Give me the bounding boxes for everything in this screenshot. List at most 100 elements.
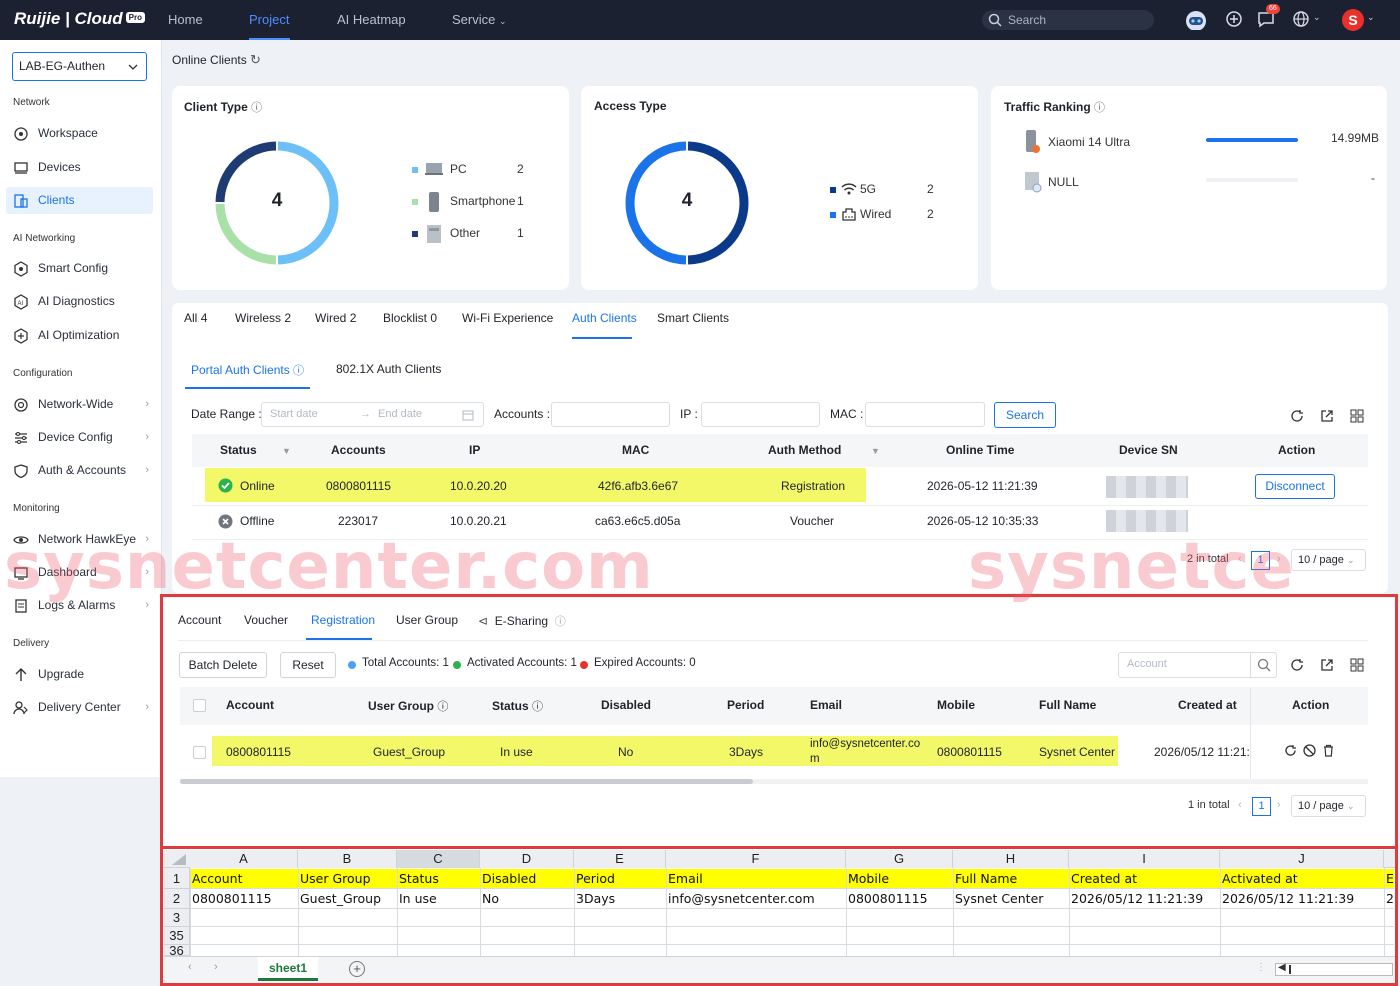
red-highlight-box xyxy=(160,594,1398,849)
search-icon xyxy=(988,13,1002,27)
help-icon[interactable]: ⓘ xyxy=(1094,102,1105,114)
ruijie-cloud-logo[interactable]: Ruijie | Cloud Pro xyxy=(14,9,145,29)
notification-badge: 66 xyxy=(1266,4,1280,14)
phone-icon xyxy=(1026,130,1040,153)
legend-label-wired: Wired xyxy=(860,207,892,221)
ip-filter-input[interactable] xyxy=(701,402,820,427)
legend-swatch-smartphone xyxy=(412,199,418,205)
offline-x-icon xyxy=(218,514,233,529)
sidebar-item-upgrade[interactable]: Upgrade xyxy=(6,661,153,688)
legend-label-other: Other xyxy=(450,226,481,240)
section-monitoring: Monitoring xyxy=(13,503,60,514)
legend-label-smartphone: Smartphone xyxy=(450,194,516,208)
tab-wired[interactable]: Wired 2 xyxy=(315,311,356,325)
watermark-text: sysnetcenter.com xyxy=(4,530,654,604)
calendar-icon xyxy=(462,410,474,421)
sidebar-item-ai-optimization[interactable]: AI Optimization xyxy=(6,322,153,349)
site-selector[interactable]: LAB-EG-Authen xyxy=(12,52,147,81)
sidebar-item-network-wide[interactable]: Network-Wide › xyxy=(6,391,153,418)
global-search-input[interactable]: Search xyxy=(982,10,1154,30)
tab-smart-clients[interactable]: Smart Clients xyxy=(657,311,729,325)
access-type-card: Access Type 4 5G 2 Wired 2 xyxy=(581,86,978,290)
page-title: Online Clients ↻ xyxy=(172,52,261,67)
status-offline: Offline xyxy=(240,514,275,528)
sidebar-item-ai-diagnostics[interactable]: AI AI Diagnostics xyxy=(6,288,153,315)
legend-label-pc: PC xyxy=(450,162,467,176)
col-status: Status xyxy=(220,443,257,457)
sidebar-item-delivery-center[interactable]: Delivery Center › xyxy=(6,694,153,721)
user-avatar[interactable]: S xyxy=(1342,9,1364,31)
page-size-select[interactable]: 10 / page ⌄ xyxy=(1291,549,1366,571)
disconnect-button[interactable]: Disconnect xyxy=(1255,474,1335,499)
section-network: Network xyxy=(13,97,50,108)
ai-diagnostics-icon: AI xyxy=(14,294,28,310)
tab-wifi-experience[interactable]: Wi-Fi Experience xyxy=(462,311,553,325)
refresh-icon[interactable] xyxy=(1290,409,1304,423)
export-icon[interactable] xyxy=(1320,409,1334,423)
sidebar-item-devices[interactable]: Devices xyxy=(6,154,153,181)
nav-ai-heatmap[interactable]: AI Heatmap xyxy=(337,0,406,40)
col-device-sn: Device SN xyxy=(1119,443,1178,457)
svg-text:AI: AI xyxy=(18,301,24,307)
donut-segment-smartphone xyxy=(215,203,277,265)
check-circle-icon xyxy=(218,478,233,493)
columns-icon[interactable] xyxy=(1350,409,1364,423)
globe-icon[interactable] xyxy=(1292,9,1314,31)
filter-icon[interactable]: ▼ xyxy=(282,446,291,456)
traffic-ranking-title: Traffic Ranking ⓘ xyxy=(1004,100,1106,114)
access-type-total: 4 xyxy=(681,190,693,211)
add-circle-icon[interactable] xyxy=(1224,9,1246,31)
chevron-right-icon: › xyxy=(145,701,149,713)
clients-icon xyxy=(14,194,28,208)
traffic-bar-track xyxy=(1206,178,1298,182)
assistant-robot-icon[interactable] xyxy=(1184,8,1206,30)
ai-optimization-icon xyxy=(14,328,28,344)
accounts-label: Accounts : xyxy=(494,407,551,421)
traffic-row-value: 14.99MB xyxy=(1331,131,1380,145)
subtab-active-indicator xyxy=(185,387,310,389)
legend-swatch-5g xyxy=(830,187,836,193)
filter-icon[interactable]: ▼ xyxy=(871,446,880,456)
tab-blocklist[interactable]: Blocklist 0 xyxy=(383,311,437,325)
help-icon[interactable]: ⓘ xyxy=(251,102,262,114)
nav-service[interactable]: Service ⌄ xyxy=(452,0,507,40)
status-online: Online xyxy=(240,479,275,493)
traffic-ranking-card: Traffic Ranking ⓘ Xiaomi 14 Ultra 14.99M… xyxy=(991,86,1387,290)
chevron-down-icon: ⌄ xyxy=(1367,12,1375,22)
chevron-down-icon xyxy=(128,64,138,70)
chevron-down-icon: ⌄ xyxy=(498,16,507,26)
mac-filter-input[interactable] xyxy=(865,402,985,427)
search-button[interactable]: Search xyxy=(994,402,1056,428)
nav-project[interactable]: Project xyxy=(249,0,290,40)
traffic-row-name: Xiaomi 14 Ultra xyxy=(1048,135,1131,149)
sidebar-item-clients[interactable]: Clients xyxy=(6,187,153,214)
chevron-down-icon: ⌄ xyxy=(1313,12,1321,22)
chevron-right-icon: › xyxy=(145,431,149,443)
subtab-8021x-auth[interactable]: 802.1X Auth Clients xyxy=(336,362,441,376)
legend-label-5g: 5G xyxy=(860,182,877,196)
ethernet-icon xyxy=(842,208,856,221)
cell-auth-method: Registration xyxy=(781,479,846,493)
network-wide-icon xyxy=(14,398,28,412)
help-icon[interactable]: ⓘ xyxy=(293,365,304,377)
date-range-input[interactable]: Start date → End date xyxy=(261,402,484,427)
ip-label: IP : xyxy=(680,407,698,421)
tab-all[interactable]: All 4 xyxy=(184,311,207,325)
subtab-portal-auth[interactable]: Portal Auth Clients ⓘ xyxy=(191,362,304,378)
col-auth-method: Auth Method xyxy=(768,443,842,457)
devices-icon xyxy=(14,162,28,174)
accounts-filter-input[interactable] xyxy=(551,402,670,427)
date-range-label: Date Range : xyxy=(191,407,262,421)
traffic-row-value: - xyxy=(1371,171,1375,185)
highlight xyxy=(205,468,866,502)
wifi-icon xyxy=(841,183,857,195)
nav-home[interactable]: Home xyxy=(168,0,203,40)
sidebar-item-auth-accounts[interactable]: Auth & Accounts › xyxy=(6,457,153,484)
sidebar-item-device-config[interactable]: Device Config › xyxy=(6,424,153,451)
watermark-text: sysnetce xyxy=(968,530,1295,604)
sidebar-item-smart-config[interactable]: Smart Config xyxy=(6,255,153,282)
sidebar-item-workspace[interactable]: Workspace xyxy=(6,120,153,147)
tab-wireless[interactable]: Wireless 2 xyxy=(235,311,291,325)
refresh-icon[interactable]: ↻ xyxy=(250,52,261,67)
tab-auth-clients[interactable]: Auth Clients xyxy=(572,311,637,325)
